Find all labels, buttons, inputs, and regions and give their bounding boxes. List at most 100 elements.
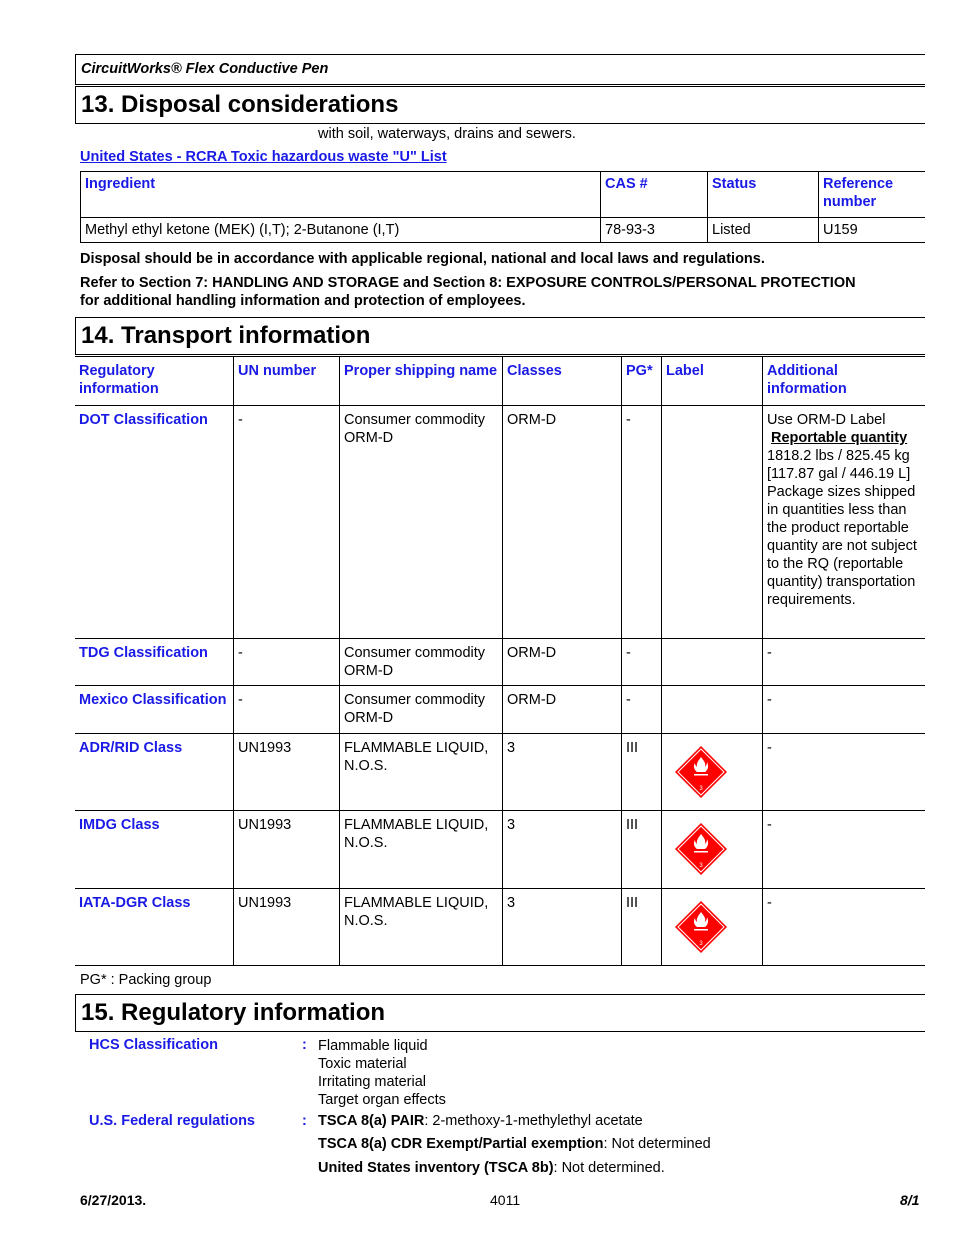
cell: III (621, 888, 662, 966)
cell: 3 (502, 888, 622, 966)
refer-note-1: Refer to Section 7: HANDLING AND STORAGE… (80, 275, 856, 291)
hcs-item: Flammable liquid (318, 1038, 428, 1054)
cell (661, 638, 763, 686)
disposal-note: Disposal should be in accordance with ap… (80, 251, 765, 267)
hcs-item: Irritating material (318, 1074, 426, 1090)
col-header: Additional information (762, 356, 925, 406)
hcs-item: Toxic material (318, 1056, 407, 1072)
section-13-header: 13. Disposal considerations (75, 86, 925, 124)
col-header: Reference number (818, 171, 925, 218)
cell: 78-93-3 (600, 217, 708, 243)
col-header: Status (707, 171, 819, 218)
refer-note-2: for additional handling information and … (80, 293, 526, 309)
rcra-link[interactable]: United States - RCRA Toxic hazardous was… (80, 149, 447, 165)
section-14-header: 14. Transport information (75, 317, 925, 355)
rcra-table: Ingredient CAS # Status Reference number… (80, 171, 925, 243)
cell: FLAMMABLE LIQUID, N.O.S. (339, 733, 503, 811)
hcs-item: Target organ effects (318, 1092, 446, 1108)
cell: IMDG Class (75, 810, 234, 889)
continued-text: with soil, waterways, drains and sewers. (318, 126, 576, 142)
table-row: Methyl ethyl ketone (MEK) (I,T); 2-Butan… (80, 217, 925, 243)
cell: - (621, 638, 662, 686)
cell: 3 (661, 733, 763, 811)
section-15-header: 15. Regulatory information (75, 994, 925, 1032)
federal-item: TSCA 8(a) PAIR: 2-methoxy-1-methylethyl … (318, 1113, 643, 1129)
transport-table: Regulatory information UN number Proper … (75, 356, 925, 966)
colon: : (302, 1037, 307, 1053)
cell: 3 (502, 733, 622, 811)
col-header: Regulatory information (75, 356, 234, 406)
info-text: 1818.2 lbs / 825.45 kg [117.87 gal / 446… (767, 448, 917, 608)
col-header: Label (661, 356, 763, 406)
table-row: ADR/RID Class UN1993 FLAMMABLE LIQUID, N… (75, 733, 925, 811)
footer-date: 6/27/2013. (80, 1192, 147, 1208)
product-header: CircuitWorks® Flex Conductive Pen (75, 54, 925, 85)
cell: - (233, 685, 340, 734)
cell: - (621, 685, 662, 734)
cell: Consumer commodity ORM-D (339, 685, 503, 734)
cell: - (621, 405, 662, 639)
footer-page: 8/1 (900, 1192, 920, 1208)
cell: - (762, 888, 925, 966)
cell: FLAMMABLE LIQUID, N.O.S. (339, 888, 503, 966)
cell: Consumer commodity ORM-D (339, 638, 503, 686)
cell (661, 405, 763, 639)
cell: 3 (502, 810, 622, 889)
federal-item: United States inventory (TSCA 8b): Not d… (318, 1160, 665, 1176)
col-header: Classes (502, 356, 622, 406)
cell: Methyl ethyl ketone (MEK) (I,T); 2-Butan… (80, 217, 601, 243)
federal-key: TSCA 8(a) PAIR (318, 1113, 425, 1129)
cell: UN1993 (233, 733, 340, 811)
product-name: CircuitWorks® Flex Conductive Pen (81, 61, 329, 77)
cell: III (621, 733, 662, 811)
cell: UN1993 (233, 810, 340, 889)
cell: IATA-DGR Class (75, 888, 234, 966)
flammable-liquid-icon: 3 (674, 900, 728, 954)
hcs-list: Flammable liquid Toxic material Irritati… (318, 1037, 446, 1109)
cell: III (621, 810, 662, 889)
colon: : (302, 1113, 307, 1129)
cell: ADR/RID Class (75, 733, 234, 811)
cell: DOT Classification (75, 405, 234, 639)
col-header: Ingredient (80, 171, 601, 218)
federal-value: : Not determined (603, 1136, 711, 1152)
federal-regulations-label: U.S. Federal regulations (89, 1113, 255, 1129)
federal-key: United States inventory (TSCA 8b) (318, 1160, 554, 1176)
col-header: UN number (233, 356, 340, 406)
cell: Use ORM-D Label Reportable quantity 1818… (762, 405, 925, 639)
federal-item: TSCA 8(a) CDR Exempt/Partial exemption: … (318, 1136, 711, 1152)
federal-key: TSCA 8(a) CDR Exempt/Partial exemption (318, 1136, 604, 1152)
flammable-liquid-icon: 3 (674, 822, 728, 876)
cell: ORM-D (502, 405, 622, 639)
cell: - (233, 638, 340, 686)
cell: 3 (661, 888, 763, 966)
footer-code: 4011 (490, 1192, 521, 1208)
section-title: 15. Regulatory information (81, 999, 386, 1026)
cell: - (762, 810, 925, 889)
cell: 3 (661, 810, 763, 889)
col-header: PG* (621, 356, 662, 406)
cell: Consumer commodity ORM-D (339, 405, 503, 639)
table-row: TDG Classification - Consumer commodity … (75, 638, 925, 686)
section-title: 13. Disposal considerations (81, 91, 399, 118)
info-text: Use ORM-D Label (767, 412, 886, 428)
cell: - (762, 685, 925, 734)
col-header: Proper shipping name (339, 356, 503, 406)
cell: UN1993 (233, 888, 340, 966)
cell: - (762, 733, 925, 811)
cell: - (233, 405, 340, 639)
federal-value: : 2-methoxy-1-methylethyl acetate (424, 1113, 643, 1129)
section-title: 14. Transport information (81, 322, 371, 349)
cell: Mexico Classification (75, 685, 234, 734)
cell: Listed (707, 217, 819, 243)
reportable-quantity-label: Reportable quantity (771, 430, 908, 446)
col-header: CAS # (600, 171, 708, 218)
cell: ORM-D (502, 685, 622, 734)
federal-value: : Not determined. (553, 1160, 665, 1176)
cell (661, 685, 763, 734)
hcs-classification-label: HCS Classification (89, 1037, 218, 1053)
cell: TDG Classification (75, 638, 234, 686)
cell: - (762, 638, 925, 686)
table-row: Mexico Classification - Consumer commodi… (75, 685, 925, 734)
table-row: IATA-DGR Class UN1993 FLAMMABLE LIQUID, … (75, 888, 925, 966)
